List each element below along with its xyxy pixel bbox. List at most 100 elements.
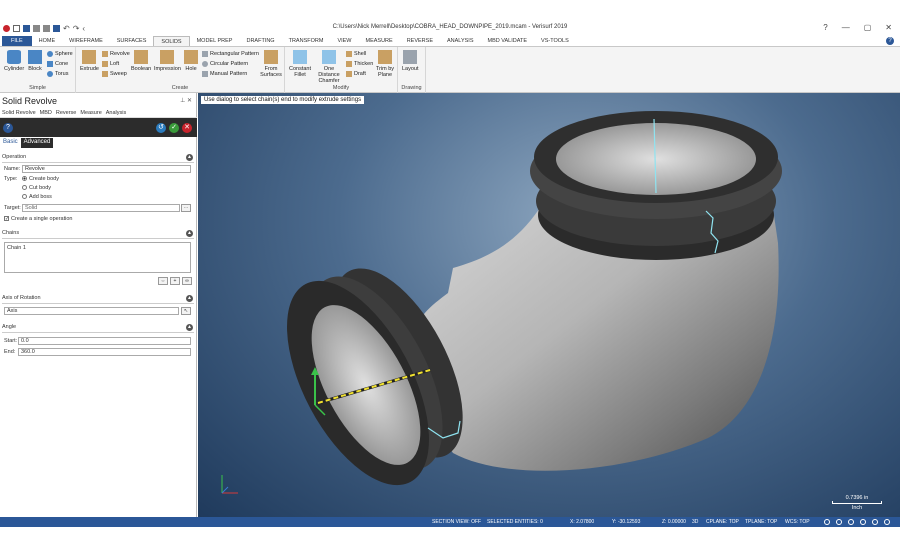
zoom-fit-icon[interactable] (860, 519, 866, 525)
subtab-basic[interactable]: Basic (0, 138, 21, 148)
collapse-icon[interactable]: ▲ (186, 230, 193, 237)
from-surfaces-button[interactable]: From Surfaces (260, 50, 282, 78)
constant-fillet-button[interactable]: Constant Fillet (288, 50, 312, 78)
sweep-button[interactable]: Sweep (102, 71, 127, 77)
collapse-icon[interactable]: ▲ (186, 324, 193, 331)
single-operation-checkbox[interactable]: ✓ Create a single operation (4, 216, 72, 222)
cone-button[interactable]: Cone (47, 61, 68, 67)
tab-model-prep[interactable]: MODEL PREP (190, 36, 240, 46)
hole-button[interactable]: Hole (184, 50, 198, 72)
one-distance-chamfer-button[interactable]: One Distance Chamfer (314, 50, 344, 84)
thicken-button[interactable]: Thicken (346, 61, 373, 67)
view-globe-icon[interactable] (824, 519, 830, 525)
chain-add-button[interactable]: + (170, 277, 180, 285)
chain-link-button[interactable]: ∞ (182, 277, 192, 285)
view-rotate-icon[interactable] (848, 519, 854, 525)
shell-button[interactable]: Shell (346, 51, 366, 57)
extrude-button[interactable]: Extrude (80, 50, 99, 72)
axis-select-button[interactable]: ↖ (181, 307, 191, 315)
sphere-button[interactable]: Sphere (47, 51, 73, 57)
tab-solids[interactable]: SOLIDS (153, 36, 190, 46)
circular-pattern-button[interactable]: Circular Pattern (202, 61, 248, 67)
tab-reverse[interactable]: REVERSE (400, 36, 440, 46)
display-options-icon[interactable] (884, 519, 890, 525)
chains-list[interactable]: Chain 1 (4, 242, 191, 273)
window-title: C:\Users\Nick Merrell\Desktop\COBRA_HEAD… (332, 24, 568, 30)
maximize-button[interactable]: ▢ (864, 23, 872, 32)
target-input[interactable]: Solid (22, 204, 180, 212)
section-chains[interactable]: Chains ▲ (2, 230, 194, 239)
target-select-button[interactable]: ⋯ (181, 204, 191, 212)
selected-entities-status: SELECTED ENTITIES: 0 (487, 519, 543, 525)
tab-measure[interactable]: MEASURE (359, 36, 400, 46)
cplane-status[interactable]: CPLANE: TOP (706, 519, 739, 525)
trim-by-plane-button[interactable]: Trim by Plane (374, 50, 396, 78)
axis-input[interactable]: Axis (4, 307, 179, 315)
checkbox-checked-icon: ✓ (4, 216, 10, 223)
manual-pattern-button[interactable]: Manual Pattern (202, 71, 247, 77)
help-icon[interactable]: ? (886, 37, 894, 45)
pipe-model[interactable] (198, 93, 900, 517)
tab-transform[interactable]: TRANSFORM (282, 36, 331, 46)
ok-icon[interactable]: ✓ (169, 123, 179, 133)
cylinder-button[interactable]: Cylinder (4, 50, 24, 72)
tab-wireframe[interactable]: WIREFRAME (62, 36, 110, 46)
block-button[interactable]: Block (28, 50, 42, 72)
wcs-status[interactable]: WCS: TOP (785, 519, 810, 525)
minimize-button[interactable]: — (842, 23, 850, 32)
loft-button[interactable]: Loft (102, 61, 119, 67)
collapse-icon[interactable]: ▲ (186, 154, 193, 161)
tab-analysis[interactable]: ANALYSIS (440, 36, 481, 46)
group-drawing: Layout Drawing (398, 47, 426, 93)
tab-vs-tools[interactable]: VS-TOOLS (534, 36, 576, 46)
panel-tab-reverse[interactable]: Reverse (56, 110, 76, 117)
name-input[interactable]: Revolve (22, 165, 191, 173)
start-angle-input[interactable]: 0.0 (18, 337, 191, 345)
collapse-icon[interactable]: ▲ (186, 295, 193, 302)
chain-reverse-button[interactable]: ⇔ (158, 277, 168, 285)
tab-view[interactable]: VIEW (330, 36, 358, 46)
panel-tab-solid-revolve[interactable]: Solid Revolve (2, 110, 36, 117)
pin-icon[interactable]: ⊥ ✕ (180, 97, 192, 104)
mode-3d-status[interactable]: 3D (692, 519, 698, 525)
panel-subtabs: Basic Advanced (0, 138, 197, 148)
tplane-status[interactable]: TPLANE: TOP (745, 519, 777, 525)
shell-icon (346, 51, 352, 57)
rectangular-pattern-button[interactable]: Rectangular Pattern (202, 51, 259, 57)
cancel-icon[interactable]: ✕ (182, 123, 192, 133)
type-cut-body-radio[interactable]: Cut body (22, 185, 51, 191)
help-icon[interactable]: ? (3, 123, 13, 133)
end-angle-input[interactable]: 360.0 (18, 348, 191, 356)
apply-icon[interactable]: ↺ (156, 123, 166, 133)
shading-icon[interactable] (872, 519, 878, 525)
torus-button[interactable]: Torus (47, 71, 68, 77)
tab-surfaces[interactable]: SURFACES (110, 36, 154, 46)
layout-button[interactable]: Layout (402, 50, 419, 72)
section-view-status[interactable]: SECTION VIEW: OFF (432, 519, 481, 525)
panel-tab-measure[interactable]: Measure (80, 110, 101, 117)
section-angle[interactable]: Angle ▲ (2, 324, 194, 333)
section-axis-of-rotation[interactable]: Axis of Rotation ▲ (2, 295, 194, 304)
panel-tab-mbd[interactable]: MBD (40, 110, 52, 117)
fillet-icon (293, 50, 307, 64)
help-window-button[interactable]: ? (823, 23, 827, 32)
draft-button[interactable]: Draft (346, 71, 366, 77)
view-top-icon[interactable] (836, 519, 842, 525)
boolean-button[interactable]: Boolean (131, 50, 151, 72)
radio-icon (22, 185, 27, 191)
tab-home[interactable]: HOME (32, 36, 63, 46)
panel-tab-analysis[interactable]: Analysis (106, 110, 126, 117)
tab-file[interactable]: FILE (2, 36, 32, 46)
subtab-advanced[interactable]: Advanced (20, 138, 54, 148)
list-item[interactable]: Chain 1 (7, 245, 26, 251)
revolve-button[interactable]: Revolve (102, 51, 130, 57)
close-button[interactable]: ✕ (885, 23, 892, 32)
tab-drafting[interactable]: DRAFTING (239, 36, 281, 46)
tab-mbd-validate[interactable]: MBD VALIDATE (481, 36, 535, 46)
graphics-viewport[interactable]: Use dialog to select chain(s) end to mod… (198, 93, 900, 517)
type-add-boss-radio[interactable]: Add boss (22, 194, 52, 200)
section-operation[interactable]: Operation ▲ (2, 154, 194, 163)
revolve-icon (102, 51, 108, 57)
type-create-body-radio[interactable]: Create body (22, 176, 59, 182)
impression-button[interactable]: Impression (154, 50, 181, 72)
